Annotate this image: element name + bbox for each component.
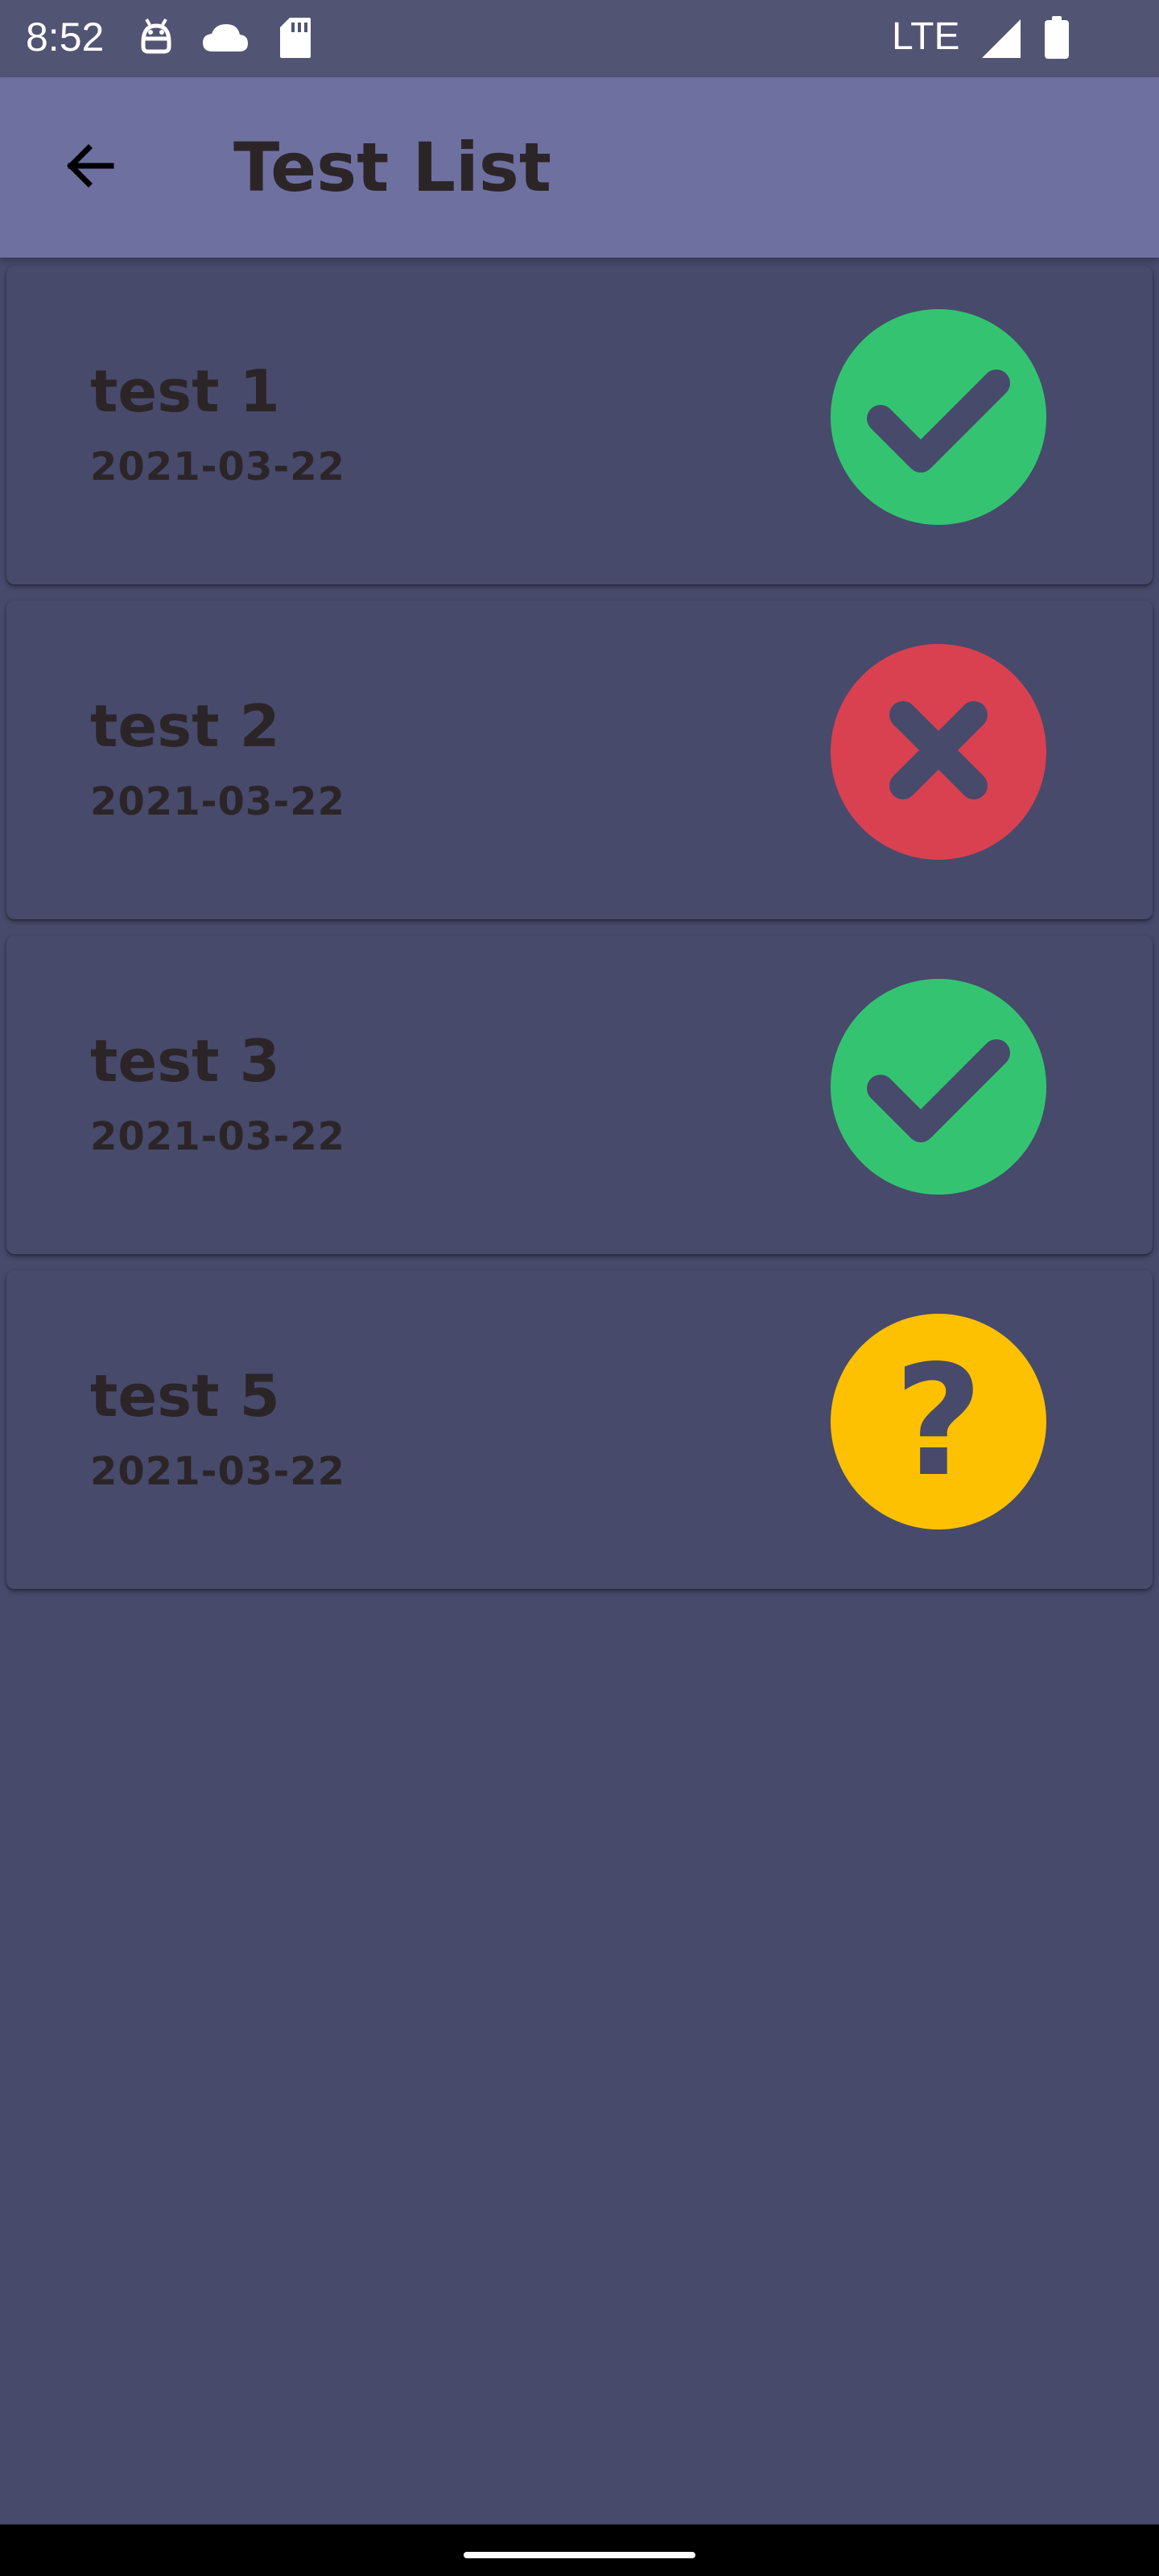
- test-card[interactable]: test 1 2021-03-22: [6, 266, 1153, 584]
- home-gesture-handle[interactable]: [464, 2552, 695, 2558]
- signal-icon: [980, 18, 1022, 63]
- test-date: 2021-03-22: [90, 779, 346, 824]
- app-bar: Test List: [0, 77, 1159, 258]
- test-name: test 1: [90, 357, 280, 425]
- system-nav-bar: [0, 2524, 1159, 2576]
- test-name: test 2: [90, 692, 280, 760]
- battery-icon: [1043, 16, 1070, 63]
- test-card[interactable]: test 2 2021-03-22: [6, 601, 1153, 919]
- question-icon: ?: [893, 1332, 984, 1510]
- status-bar: 8:52 LTE: [0, 0, 1159, 77]
- status-pass-badge: [831, 979, 1046, 1195]
- test-card[interactable]: test 5 2021-03-22 ?: [6, 1270, 1153, 1589]
- back-button[interactable]: [42, 119, 138, 216]
- test-name: test 3: [90, 1027, 280, 1095]
- test-name: test 5: [90, 1362, 280, 1430]
- test-date: 2021-03-22: [90, 1114, 346, 1159]
- arrow-left-icon: [61, 137, 119, 198]
- check-icon: [831, 977, 1046, 1196]
- network-type: LTE: [892, 15, 960, 58]
- check-icon: [831, 308, 1046, 526]
- status-pass-badge: [831, 309, 1046, 525]
- test-list: test 1 2021-03-22 test 2 2021-03-22 test…: [6, 266, 1153, 1605]
- status-unknown-badge: ?: [831, 1314, 1046, 1530]
- test-date: 2021-03-22: [90, 1449, 346, 1494]
- android-debug-icon: [135, 14, 177, 63]
- page-title: Test List: [233, 128, 551, 207]
- test-date: 2021-03-22: [90, 444, 346, 489]
- cloud-icon: [201, 21, 250, 56]
- status-time: 8:52: [26, 14, 105, 60]
- test-card[interactable]: test 3 2021-03-22: [6, 935, 1153, 1254]
- status-fail-badge: [831, 644, 1046, 860]
- sd-card-icon: [278, 16, 312, 63]
- x-icon: [831, 642, 1046, 861]
